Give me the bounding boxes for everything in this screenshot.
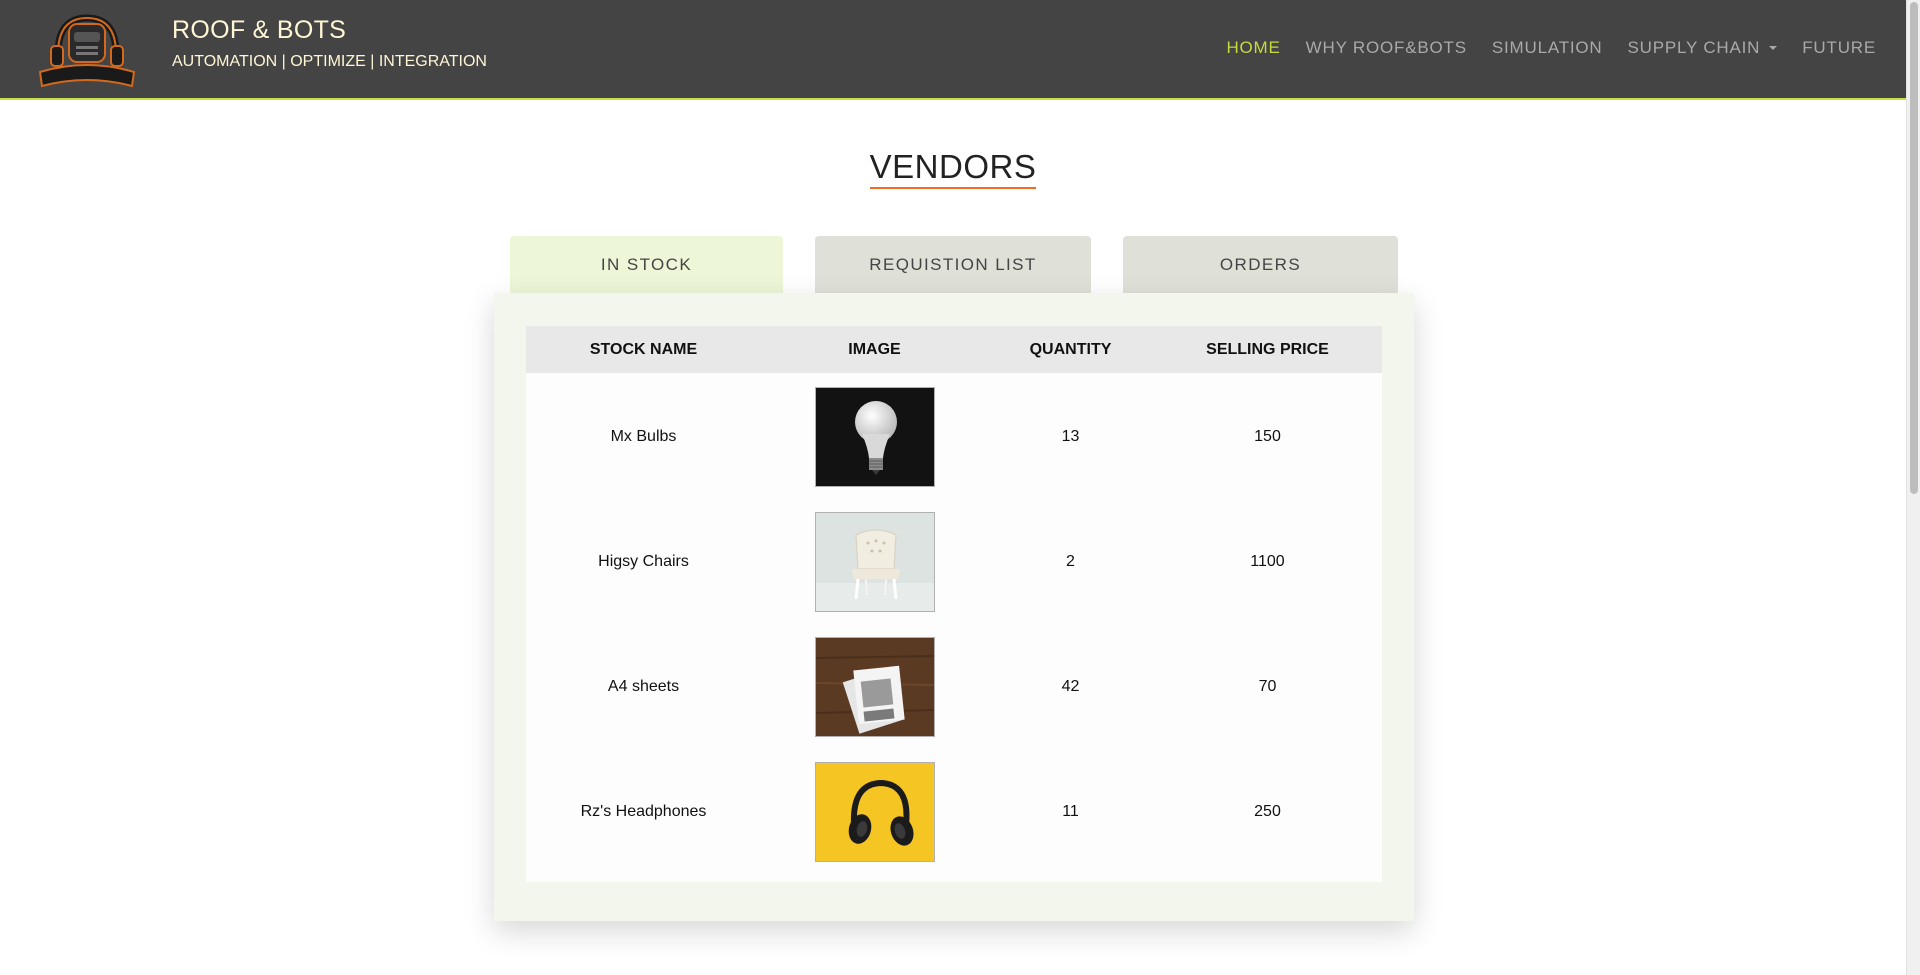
brand-tagline: AUTOMATION | OPTIMIZE | INTEGRATION	[172, 53, 487, 70]
chair-image	[814, 511, 935, 612]
page-title-text: VENDORS	[869, 148, 1037, 189]
table-header: STOCK NAME IMAGE QUANTITY SELLING PRICE	[526, 326, 1382, 373]
nav-why-roof-and-bots[interactable]: WHY ROOF&BOTS	[1306, 38, 1467, 58]
nav-simulation-label: SIMULATION	[1491, 38, 1603, 57]
column-header-quantity: QUANTITY	[1029, 340, 1112, 358]
light-bulb-image	[814, 386, 935, 487]
table-row: A4 sheets 42 70	[526, 624, 1382, 749]
table-row: Rz's Headphones 11 250	[526, 749, 1382, 874]
roof-and-bots-logo[interactable]	[36, 10, 138, 90]
cell-quantity: 2	[1066, 552, 1075, 570]
cell-stock-name: Rz's Headphones	[580, 802, 707, 820]
nav-simulation[interactable]: SIMULATION	[1492, 38, 1603, 58]
top-navbar: ROOF & BOTS AUTOMATION | OPTIMIZE | INTE…	[0, 0, 1906, 100]
tab-in-stock[interactable]: IN STOCK	[510, 236, 783, 294]
tab-orders[interactable]: ORDERS	[1123, 236, 1398, 294]
column-header-stock-name: STOCK NAME	[589, 340, 698, 358]
nav-supply-chain-dropdown[interactable]: SUPPLY CHAIN	[1628, 38, 1778, 58]
nav-future-label: FUTURE	[1802, 38, 1876, 57]
cell-image	[761, 374, 988, 499]
cell-stock-name: Mx Bulbs	[610, 427, 677, 445]
cell-selling-price: 150	[1254, 427, 1281, 445]
caret-down-icon	[1769, 46, 1778, 50]
page-scrollbar[interactable]	[1906, 0, 1920, 975]
stock-table: STOCK NAME IMAGE QUANTITY SELLING PRICE …	[526, 326, 1382, 882]
table-body: Mx Bulbs 13 150 Higsy Chairs 2 1100 A4 s…	[526, 373, 1382, 882]
tab-requisition-list[interactable]: REQUISTION LIST	[815, 236, 1091, 294]
cell-selling-price: 250	[1254, 802, 1281, 820]
cell-quantity: 13	[1061, 427, 1080, 445]
cell-selling-price: 1100	[1250, 552, 1285, 570]
in-stock-panel: STOCK NAME IMAGE QUANTITY SELLING PRICE …	[494, 293, 1414, 921]
nav-supply-chain-label: SUPPLY CHAIN	[1627, 38, 1761, 57]
cell-quantity: 42	[1061, 677, 1080, 695]
nav-why-label: WHY ROOF&BOTS	[1305, 38, 1467, 57]
cell-quantity: 11	[1062, 802, 1079, 820]
headphones-image	[814, 761, 935, 862]
nav-home[interactable]: HOME	[1226, 38, 1280, 58]
table-row: Mx Bulbs 13 150	[526, 374, 1382, 499]
cell-selling-price: 70	[1258, 677, 1277, 695]
scrollbar-thumb[interactable]	[1910, 2, 1918, 494]
page-title: VENDORS	[0, 148, 1906, 189]
cell-image	[761, 499, 988, 624]
column-header-image: IMAGE	[848, 340, 901, 358]
main-nav: HOME WHY ROOF&BOTS SIMULATION SUPPLY CHA…	[1226, 38, 1876, 58]
cell-stock-name: Higsy Chairs	[598, 552, 689, 570]
cell-stock-name: A4 sheets	[607, 677, 680, 695]
table-row: Higsy Chairs 2 1100	[526, 499, 1382, 624]
tab-in-stock-label: IN STOCK	[600, 255, 693, 274]
brand-title[interactable]: ROOF & BOTS	[172, 16, 346, 45]
tab-requisition-list-label: REQUISTION LIST	[869, 255, 1037, 274]
nav-future[interactable]: FUTURE	[1802, 38, 1876, 58]
nav-home-label: HOME	[1226, 38, 1281, 57]
cell-image	[761, 749, 988, 874]
column-header-selling-price: SELLING PRICE	[1206, 340, 1329, 358]
cell-image	[761, 624, 988, 749]
paper-sheets-image	[814, 636, 935, 737]
tab-orders-label: ORDERS	[1219, 255, 1302, 274]
